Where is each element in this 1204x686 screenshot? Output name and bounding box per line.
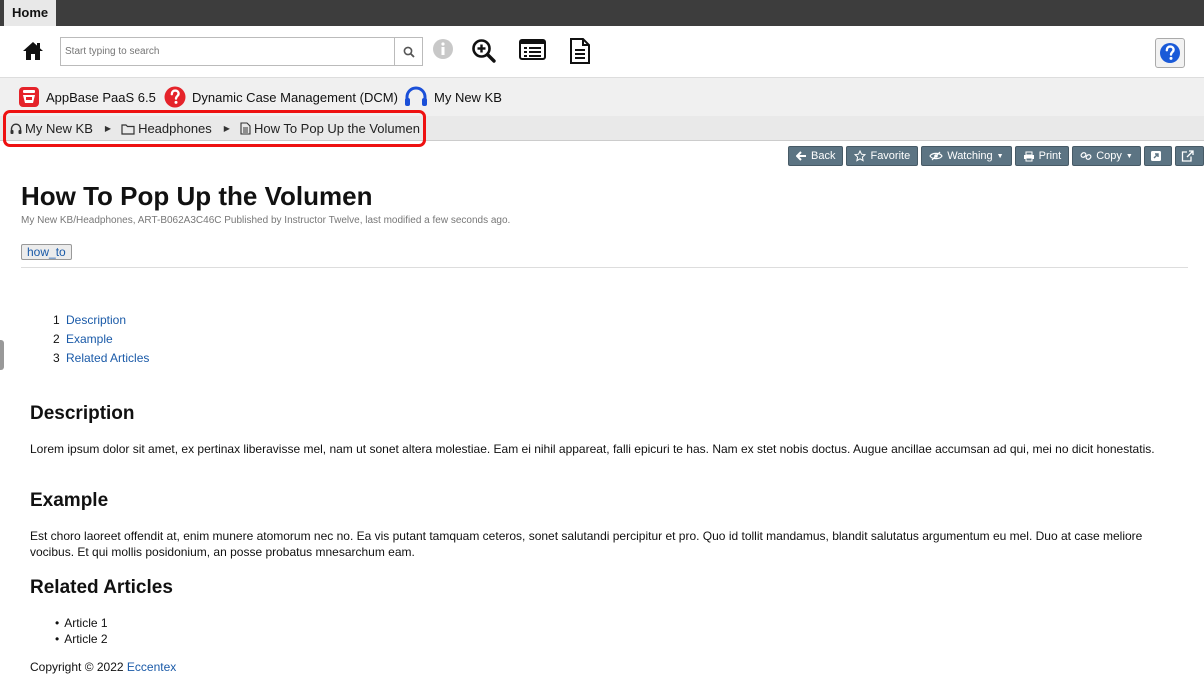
arrow-left-icon bbox=[796, 151, 806, 161]
section-heading-example: Example bbox=[30, 490, 109, 511]
print-label: Print bbox=[1038, 150, 1062, 162]
app-label: My New KB bbox=[434, 89, 502, 105]
chevron-right-icon: ▶ bbox=[223, 124, 230, 133]
headphones-icon bbox=[405, 86, 427, 106]
toc-item: 3 Related Articles bbox=[53, 348, 149, 367]
toc-number: 1 bbox=[53, 312, 60, 327]
section-heading-related: Related Articles bbox=[30, 577, 173, 598]
table-of-contents: 1 Description 2 Example 3 Related Articl… bbox=[53, 310, 149, 367]
app-my-new-kb[interactable]: My New KB bbox=[404, 78, 502, 116]
side-panel-handle[interactable] bbox=[0, 340, 4, 370]
toc-link-example[interactable]: Example bbox=[66, 332, 113, 346]
window-topbar: Home bbox=[0, 0, 1204, 26]
eye-slash-icon bbox=[929, 151, 943, 161]
copy-button[interactable]: Copy ▼ bbox=[1072, 146, 1141, 166]
example-text: Est choro laoreet offendit at, enim mune… bbox=[30, 529, 1143, 559]
chevron-right-icon: ▶ bbox=[104, 124, 112, 133]
breadcrumb-item-kb[interactable]: My New KB bbox=[10, 121, 93, 136]
back-label: Back bbox=[811, 150, 836, 162]
breadcrumb-label: Headphones bbox=[138, 121, 212, 136]
toc-item: 1 Description bbox=[53, 310, 149, 329]
article-meta: My New KB/Headphones, ART-B062A3C46C Pub… bbox=[21, 215, 511, 226]
headphones-icon bbox=[10, 122, 22, 134]
breadcrumb-bar: My New KB ▶ Headphones ▶ How To Pop Up t… bbox=[0, 116, 1204, 141]
toc-link-description[interactable]: Description bbox=[66, 313, 126, 327]
app-bar: AppBase PaaS 6.5 Dynamic Case Management… bbox=[0, 78, 1204, 116]
app-appbase[interactable]: AppBase PaaS 6.5 bbox=[18, 78, 156, 116]
appbase-icon bbox=[19, 87, 39, 107]
open-external-button[interactable] bbox=[1174, 146, 1204, 166]
print-button[interactable]: Print bbox=[1014, 146, 1070, 166]
footer: Copyright © 2022 Eccentex bbox=[30, 660, 176, 674]
home-tab[interactable]: Home bbox=[4, 0, 57, 26]
article-actions: Back Favorite Watching ▼ Print Copy ▼ bbox=[788, 146, 1204, 166]
toc-number: 2 bbox=[53, 331, 60, 346]
caret-down-icon: ▼ bbox=[1125, 152, 1133, 160]
section-heading-description: Description bbox=[30, 403, 135, 424]
app-label: Dynamic Case Management (DCM) bbox=[192, 89, 398, 105]
description-text: Lorem ipsum dolor sit amet, ex pertinax … bbox=[30, 442, 1155, 456]
breadcrumb-label: How To Pop Up the Volumen bbox=[253, 121, 420, 136]
breadcrumb-label: My New KB bbox=[25, 121, 93, 136]
favorite-label: Favorite bbox=[870, 150, 911, 162]
toolbar bbox=[0, 26, 1204, 78]
link-icon bbox=[1080, 152, 1092, 160]
toc-link-related[interactable]: Related Articles bbox=[66, 351, 149, 365]
expand-icon bbox=[1150, 151, 1161, 161]
open-modal-button[interactable] bbox=[1143, 146, 1172, 166]
divider bbox=[21, 267, 1188, 268]
folder-icon bbox=[121, 123, 135, 135]
star-icon bbox=[854, 150, 867, 162]
toc-item: 2 Example bbox=[53, 329, 149, 348]
external-link-icon bbox=[1181, 150, 1194, 162]
list-item: Article 1 bbox=[55, 615, 107, 631]
tag-badge[interactable]: how_to bbox=[21, 244, 72, 260]
copyright-text: Copyright © 2022 bbox=[30, 660, 124, 674]
back-button[interactable]: Back bbox=[788, 146, 844, 166]
watching-label: Watching bbox=[947, 150, 993, 162]
app-label: AppBase PaaS 6.5 bbox=[46, 89, 156, 105]
favorite-button[interactable]: Favorite bbox=[846, 146, 919, 166]
breadcrumb-item-article[interactable]: How To Pop Up the Volumen bbox=[240, 121, 420, 136]
breadcrumb: My New KB ▶ Headphones ▶ How To Pop Up t… bbox=[10, 116, 420, 141]
breadcrumb-item-folder[interactable]: Headphones bbox=[121, 121, 212, 136]
document-icon bbox=[240, 122, 251, 135]
company-link[interactable]: Eccentex bbox=[127, 660, 176, 674]
caret-down-icon: ▼ bbox=[996, 152, 1004, 160]
toc-number: 3 bbox=[53, 350, 60, 365]
question-icon bbox=[164, 86, 186, 108]
print-icon bbox=[1023, 151, 1034, 161]
watching-button[interactable]: Watching ▼ bbox=[921, 146, 1012, 166]
copy-label: Copy bbox=[1096, 150, 1122, 162]
article-title: How To Pop Up the Volumen bbox=[21, 181, 373, 211]
related-articles-list: Article 1 Article 2 bbox=[55, 615, 107, 647]
app-dcm[interactable]: Dynamic Case Management (DCM) bbox=[164, 78, 398, 116]
list-item: Article 2 bbox=[55, 631, 107, 647]
